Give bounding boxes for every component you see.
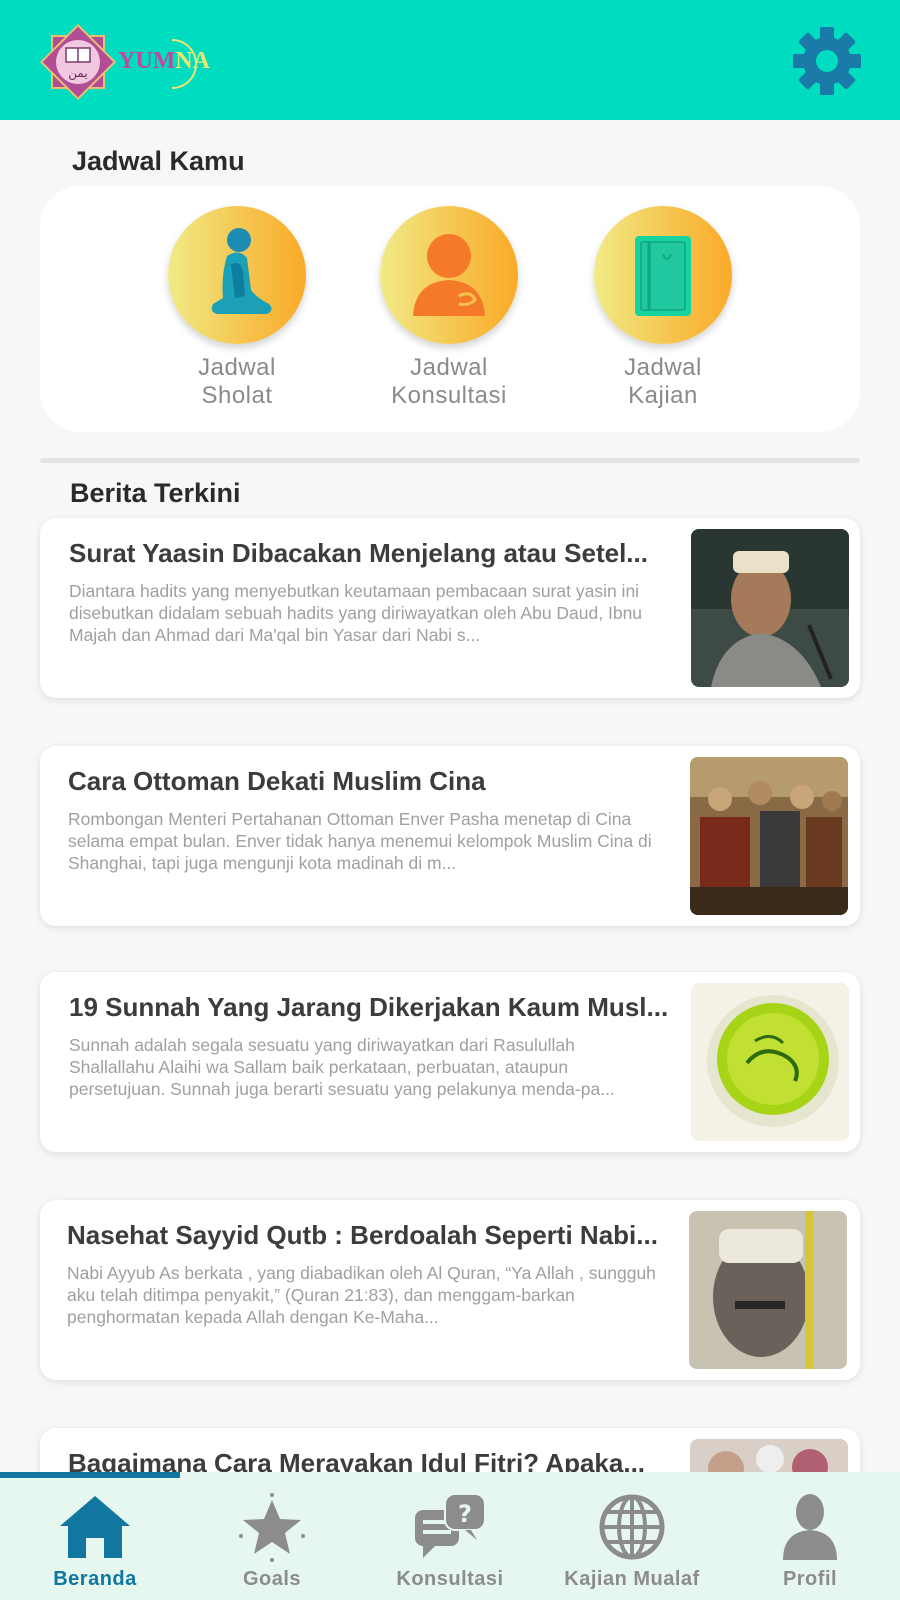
nav-item-kajian-mualaf[interactable]: Kajian Mualaf (542, 1492, 722, 1596)
app-header: يمن YUMNA (0, 0, 900, 120)
news-thumbnail-image (689, 1211, 847, 1369)
news-card[interactable]: Surat Yaasin Dibacakan Menjelang atau Se… (40, 518, 860, 698)
section-divider (40, 458, 860, 463)
news-excerpt: Rombongan Menteri Pertahanan Ottoman Env… (68, 809, 652, 873)
news-card[interactable]: Nasehat Sayyid Qutb : Berdoalah Seperti … (40, 1200, 860, 1380)
svg-text:?: ? (458, 1500, 472, 1528)
schedule-konsultasi-label: Jadwal Konsultasi (391, 354, 507, 409)
news-excerpt: Sunnah adalah segala sesuatu yang diriwa… (69, 1035, 615, 1099)
news-thumbnail-image (691, 983, 849, 1141)
logo-emblem-icon: يمن (39, 23, 117, 101)
news-thumbnail-image (690, 757, 848, 915)
news-excerpt: Diantara hadits yang menyebutkan keutama… (69, 581, 643, 645)
star-icon (239, 1493, 305, 1562)
active-tab-indicator (0, 1472, 180, 1478)
news-thumbnail-image (691, 529, 849, 687)
news-excerpt: Nabi Ayyub As berkata , yang diabadikan … (67, 1263, 656, 1327)
news-title: Surat Yaasin Dibacakan Menjelang atau Se… (69, 538, 648, 568)
nav-item-goals[interactable]: Goals (182, 1492, 362, 1596)
nav-item-konsultasi[interactable]: ? Konsultasi (360, 1492, 540, 1596)
nav-label: Goals (242, 1568, 302, 1590)
schedule-konsultasi-button[interactable] (380, 206, 518, 344)
schedule-sholat-label: Jadwal Sholat (198, 354, 276, 409)
schedule-item-sholat[interactable]: Jadwal Sholat (137, 206, 337, 416)
schedule-sholat-button[interactable] (168, 206, 306, 344)
schedule-card: Jadwal Sholat Jadwal Konsultasi Jadwal K… (40, 186, 860, 432)
praying-person-icon (211, 228, 272, 314)
news-section-title: Berita Terkini (70, 478, 241, 508)
nav-label: Konsultasi (396, 1568, 504, 1590)
settings-gear-icon[interactable] (792, 26, 862, 96)
schedule-kajian-button[interactable] (594, 206, 732, 344)
nav-item-beranda[interactable]: Beranda (5, 1492, 185, 1596)
news-title: Cara Ottoman Dekati Muslim Cina (68, 766, 486, 796)
nav-label: Kajian Mualaf (564, 1568, 700, 1590)
news-title: 19 Sunnah Yang Jarang Dikerjakan Kaum Mu… (69, 992, 669, 1022)
svg-text:يمن: يمن (68, 66, 87, 81)
schedule-kajian-label: Jadwal Kajian (624, 354, 702, 409)
bottom-navigation: Beranda Goals ? Konsultasi Kajian Mualaf… (0, 1472, 900, 1600)
person-icon (413, 234, 485, 316)
news-card[interactable]: Cara Ottoman Dekati Muslim Cina Rombonga… (40, 746, 860, 926)
logo-crescent-icon (171, 39, 197, 89)
nav-label: Beranda (53, 1568, 137, 1590)
chat-question-icon: ? (415, 1493, 485, 1558)
schedule-section-title: Jadwal Kamu (72, 146, 245, 176)
nav-item-profil[interactable]: Profil (720, 1492, 900, 1596)
news-title: Nasehat Sayyid Qutb : Berdoalah Seperti … (67, 1220, 658, 1250)
book-icon (635, 236, 691, 316)
home-icon (60, 1496, 130, 1558)
news-card[interactable]: 19 Sunnah Yang Jarang Dikerjakan Kaum Mu… (40, 972, 860, 1152)
app-logo: يمن YUMNA (39, 22, 210, 102)
user-icon (783, 1494, 837, 1560)
nav-label: Profil (782, 1568, 838, 1590)
globe-icon (599, 1494, 665, 1560)
schedule-item-kajian[interactable]: Jadwal Kajian (563, 206, 763, 416)
schedule-item-konsultasi[interactable]: Jadwal Konsultasi (349, 206, 549, 416)
